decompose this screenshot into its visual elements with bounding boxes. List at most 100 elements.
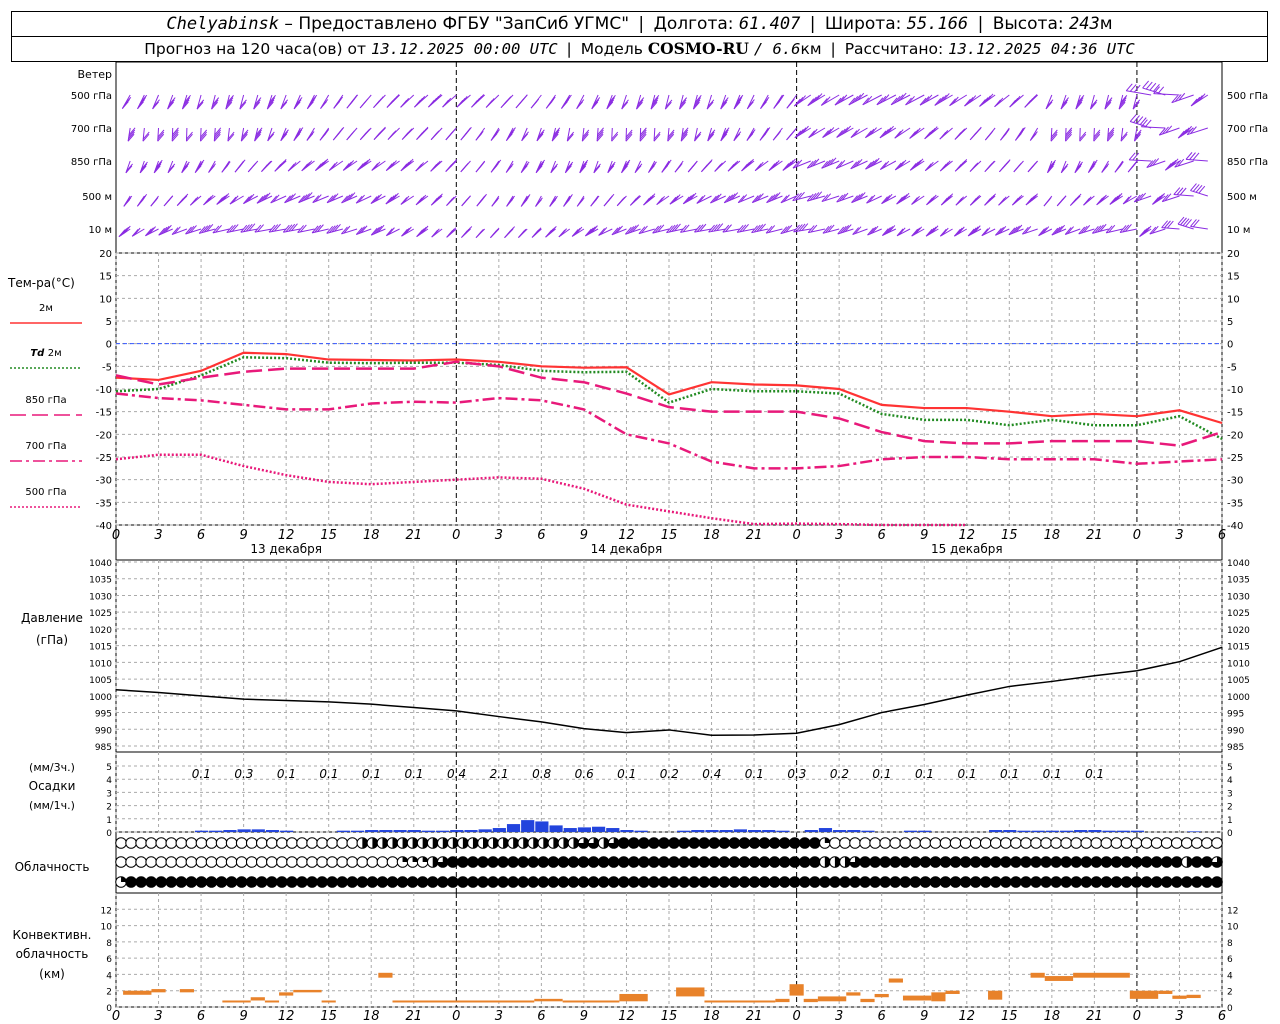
cloud-symbol: [869, 837, 881, 849]
cloud-symbol-overcast: [487, 856, 499, 868]
wind-barb-feather: [520, 94, 528, 103]
cloud-symbol: [125, 856, 137, 868]
cloud-symbol-overcast: [1070, 876, 1083, 888]
wind-barb-feather: [971, 162, 979, 171]
cloud-symbol: [205, 837, 218, 849]
pressure-tick-left: 1005: [89, 676, 112, 686]
hour-label-top: 9: [580, 528, 588, 543]
precip-bar: [677, 830, 691, 832]
precip-bar: [1031, 830, 1045, 832]
cloud-symbol: [909, 837, 922, 849]
wind-level-label-right: 500 гПа: [1227, 91, 1268, 102]
legend-label-t850: 850 гПа: [25, 395, 66, 406]
conv-bar: [279, 992, 294, 996]
cloud-symbol-overcast: [396, 876, 409, 888]
wind-level-label-left: 500 м: [82, 192, 112, 203]
cloud-symbol-overcast: [778, 876, 791, 888]
cloud-symbol-overcast: [798, 837, 811, 849]
hour-label-bottom: 12: [278, 1009, 295, 1024]
cloud-symbol: [1010, 837, 1022, 849]
cloud-symbol: [1201, 837, 1213, 849]
cloud-symbol-overcast: [808, 876, 821, 888]
wind-barb-feather: [1074, 193, 1082, 202]
pressure-tick-right: 1040: [1227, 559, 1250, 569]
cloud-symbol-overcast: [859, 876, 871, 888]
hour-label-top: 3: [1175, 528, 1183, 543]
cloud-symbol: [1030, 837, 1042, 849]
temp-tick-right: -5: [1227, 362, 1237, 373]
cloud-symbol-overcast: [658, 876, 670, 888]
precip-tick-left: 4: [106, 776, 112, 786]
precip-3h-total: 0.1: [319, 767, 338, 781]
wind-level-label-right: 500 м: [1227, 192, 1257, 203]
cloud-symbol-overcast: [969, 856, 982, 868]
legend-label-t2m: 2м: [39, 303, 53, 314]
cloud-symbol: [949, 837, 962, 849]
precip-bar: [1102, 830, 1116, 832]
precip-bar: [265, 830, 280, 832]
meteogram: Ветер 500 гПа 500 гПа 700 гПа 700 гПа 850 гПа…: [7, 61, 1268, 1024]
precip-tick-left: 0: [106, 829, 112, 839]
wind-level-label-left: 700 гПа: [71, 124, 112, 135]
cloud-symbol-overcast: [1000, 856, 1012, 868]
wind-barb-feather: [480, 193, 487, 202]
cloud-symbol: [135, 837, 147, 849]
conv-bar: [378, 972, 393, 978]
wind-barb-feather: [279, 159, 287, 167]
cloud-symbol: [255, 856, 268, 868]
conv-bar: [931, 992, 946, 1002]
wind-barb-feather: [1166, 220, 1174, 229]
precip-bar: [209, 830, 223, 832]
precip-bar: [989, 830, 1003, 832]
cloud-symbol: [245, 837, 258, 849]
temp-tick-left: -15: [96, 408, 112, 419]
hour-label-bottom: 21: [405, 1009, 422, 1024]
wind-barb-feather: [1195, 184, 1203, 193]
cloud-symbol-overcast: [658, 837, 670, 849]
conv-unit: (км): [39, 967, 65, 981]
cloud-symbol: [316, 856, 328, 868]
pressure-tick-right: 1010: [1227, 659, 1250, 669]
cloud-symbol-overcast: [728, 876, 741, 888]
cloud-symbol: [255, 837, 268, 849]
precip-3h-total: 0.1: [1043, 767, 1062, 781]
temp-tick-right: -15: [1227, 408, 1243, 419]
wind-barb-feather: [478, 161, 486, 169]
cloud-symbol: [286, 856, 298, 868]
pressure-tick-left: 1010: [89, 659, 112, 669]
cloud-symbol-overcast: [808, 856, 821, 868]
cloud-symbol-overcast: [748, 837, 761, 849]
cloud-symbol: [386, 856, 399, 868]
hour-label-bottom: 18: [363, 1009, 380, 1024]
precip-title: Осадки: [29, 779, 76, 793]
precip-bar: [705, 830, 719, 832]
cloud-symbol: [899, 837, 912, 849]
conv-bar: [888, 978, 903, 983]
cloud-symbol: [276, 837, 288, 849]
cloud-symbol-overcast: [919, 876, 932, 888]
conv-bar: [123, 990, 152, 995]
precip-3h-total: 0.2: [660, 767, 679, 781]
cloud-symbol-overcast: [778, 837, 791, 849]
conv-bar: [562, 1000, 620, 1003]
wind-barb: [385, 160, 400, 172]
cloud-symbol-overcast: [1030, 856, 1042, 868]
cloud-symbol: [115, 856, 127, 868]
pressure-unit: (гПа): [36, 633, 68, 647]
cloud-symbol-overcast: [356, 876, 369, 888]
wind-barb-feather: [1030, 94, 1038, 102]
hour-label-top: 0: [452, 528, 460, 543]
wind-barb-feather: [487, 98, 495, 106]
cloud-symbol-overcast: [1140, 856, 1153, 868]
precip-bar: [634, 830, 648, 832]
cloud-symbol-overcast: [577, 876, 590, 888]
temp-tick-left: 20: [99, 249, 112, 260]
hour-label-bottom: 0: [452, 1009, 460, 1024]
wind-barb: [328, 160, 344, 171]
cloud-symbol-overcast: [1000, 876, 1012, 888]
wind-barb-feather: [464, 195, 471, 204]
cloud-symbol: [1000, 837, 1012, 849]
wind-barb-feather: [566, 194, 573, 202]
conv-tick-right: 0: [1227, 1004, 1233, 1014]
conv-bar: [1172, 995, 1187, 999]
